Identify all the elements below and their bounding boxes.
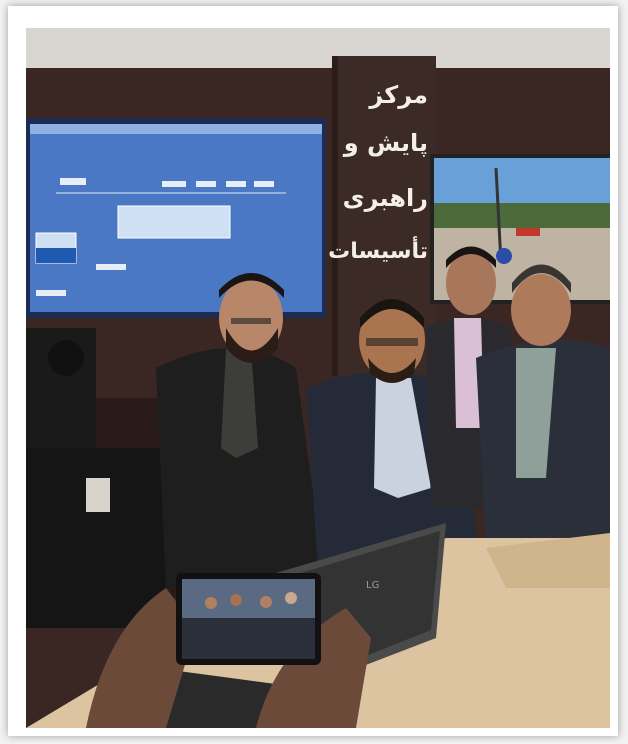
- press-photo: مرکز پایش و راهبری تأسیسات LG: [26, 28, 610, 728]
- banner-line-3: راهبری: [343, 184, 428, 212]
- photo-scene: مرکز پایش و راهبری تأسیسات LG: [26, 28, 610, 728]
- banner-line-1: مرکز: [368, 81, 428, 109]
- banner-line-2: پایش و: [343, 129, 428, 157]
- banner-line-4: تأسیسات: [328, 235, 428, 264]
- laptop-brand: LG: [366, 580, 379, 591]
- ceiling: [26, 28, 610, 68]
